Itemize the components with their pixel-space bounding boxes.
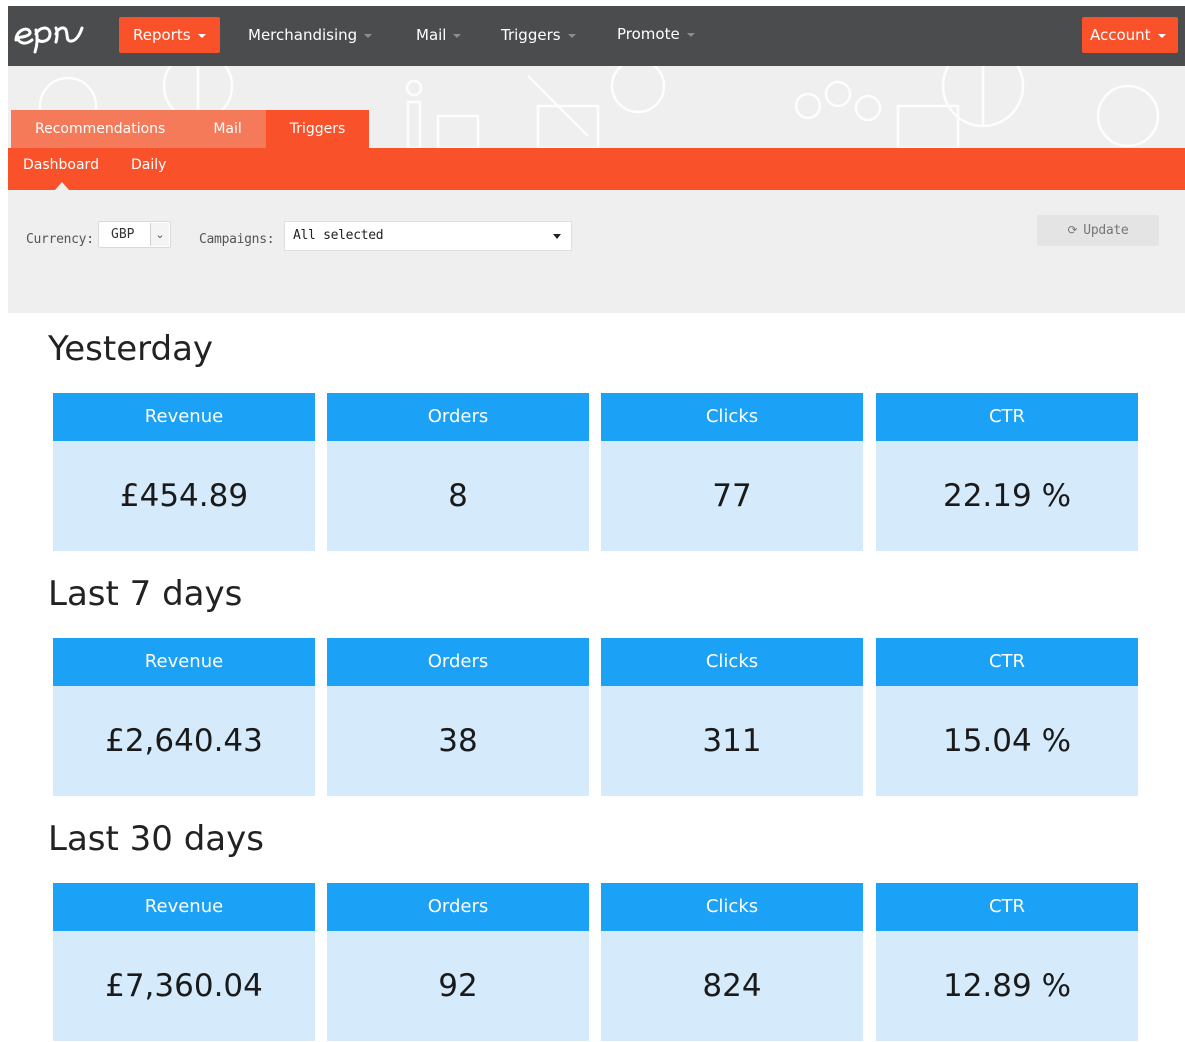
account-menu-button[interactable]: Account — [1082, 17, 1178, 53]
chevron-down-icon — [686, 32, 695, 37]
metric-label: CTR — [876, 393, 1138, 441]
metric-card-ctr: CTR 12.89 % — [876, 883, 1138, 1041]
subtab-dashboard[interactable]: Dashboard — [23, 140, 99, 182]
section-title-last-30-days: Last 30 days — [48, 819, 264, 859]
chevron-down-icon — [197, 33, 206, 38]
nav-reports[interactable]: Reports — [119, 17, 220, 53]
nav-triggers-label: Triggers — [501, 26, 561, 44]
nav-merchandising-label: Merchandising — [248, 26, 358, 44]
metric-label: Orders — [327, 883, 589, 931]
metric-card-ctr: CTR 22.19 % — [876, 393, 1138, 551]
campaigns-select[interactable]: All selected — [284, 221, 572, 251]
metric-label: Clicks — [601, 393, 863, 441]
metric-value: 12.89 % — [876, 931, 1138, 1041]
chevron-down-icon — [453, 33, 462, 38]
nav-promote[interactable]: Promote — [617, 16, 695, 52]
chevron-down-icon — [567, 33, 576, 38]
refresh-icon: ⟳ — [1067, 223, 1078, 237]
currency-select[interactable]: GBP ⌄ — [98, 221, 171, 248]
metric-value: 77 — [601, 441, 863, 551]
metric-label: CTR — [876, 638, 1138, 686]
metric-card-clicks: Clicks 311 — [601, 638, 863, 796]
tab-mail[interactable]: Mail — [189, 110, 266, 148]
nav-mail-label: Mail — [416, 26, 447, 44]
top-navigation-bar: Reports Merchandising Mail Triggers Prom… — [8, 6, 1185, 66]
metric-card-orders: Orders 38 — [327, 638, 589, 796]
campaigns-value: All selected — [293, 228, 384, 243]
section-title-last-7-days: Last 7 days — [48, 574, 243, 614]
metric-card-clicks: Clicks 77 — [601, 393, 863, 551]
metric-value: £2,640.43 — [53, 686, 315, 796]
metric-value: £454.89 — [53, 441, 315, 551]
metric-value: £7,360.04 — [53, 931, 315, 1041]
metric-card-orders: Orders 92 — [327, 883, 589, 1041]
metric-value: 92 — [327, 931, 589, 1041]
caret-down-icon — [553, 234, 561, 239]
nav-reports-label: Reports — [133, 26, 191, 44]
metric-card-revenue: Revenue £454.89 — [53, 393, 315, 551]
chevron-down-icon: ⌄ — [150, 223, 169, 246]
nav-mail[interactable]: Mail — [416, 17, 462, 53]
metric-value: 15.04 % — [876, 686, 1138, 796]
metric-card-ctr: CTR 15.04 % — [876, 638, 1138, 796]
section-title-yesterday: Yesterday — [48, 329, 214, 369]
nav-merchandising[interactable]: Merchandising — [248, 17, 373, 53]
app-frame: Reports Merchandising Mail Triggers Prom… — [8, 6, 1185, 1042]
active-subtab-indicator — [55, 182, 69, 190]
metric-value: 8 — [327, 441, 589, 551]
epi-logo[interactable] — [10, 14, 90, 54]
chevron-down-icon — [364, 33, 373, 38]
metric-value: 22.19 % — [876, 441, 1138, 551]
metric-label: Orders — [327, 638, 589, 686]
update-label: Update — [1083, 223, 1129, 238]
metric-value: 38 — [327, 686, 589, 796]
metric-label: Clicks — [601, 883, 863, 931]
chevron-down-icon — [1157, 33, 1166, 38]
metric-card-clicks: Clicks 824 — [601, 883, 863, 1041]
nav-promote-label: Promote — [617, 25, 680, 43]
tab-triggers[interactable]: Triggers — [265, 110, 370, 148]
metric-label: Revenue — [53, 883, 315, 931]
metric-label: Revenue — [53, 393, 315, 441]
metric-card-orders: Orders 8 — [327, 393, 589, 551]
metric-value: 311 — [601, 686, 863, 796]
metric-card-revenue: Revenue £2,640.43 — [53, 638, 315, 796]
metric-label: Orders — [327, 393, 589, 441]
sub-navigation-bar: Dashboard Daily — [8, 148, 1185, 190]
update-button[interactable]: ⟳ Update — [1037, 215, 1159, 246]
currency-label: Currency: — [26, 232, 94, 247]
metric-label: CTR — [876, 883, 1138, 931]
account-label: Account — [1090, 26, 1151, 44]
metric-value: 824 — [601, 931, 863, 1041]
nav-triggers[interactable]: Triggers — [501, 17, 576, 53]
currency-value: GBP — [111, 227, 135, 242]
metric-label: Clicks — [601, 638, 863, 686]
subtab-daily[interactable]: Daily — [131, 140, 166, 182]
metric-card-revenue: Revenue £7,360.04 — [53, 883, 315, 1041]
filter-bar: Currency: GBP ⌄ Campaigns: All selected … — [8, 190, 1185, 313]
metric-label: Revenue — [53, 638, 315, 686]
campaigns-label: Campaigns: — [199, 232, 275, 247]
